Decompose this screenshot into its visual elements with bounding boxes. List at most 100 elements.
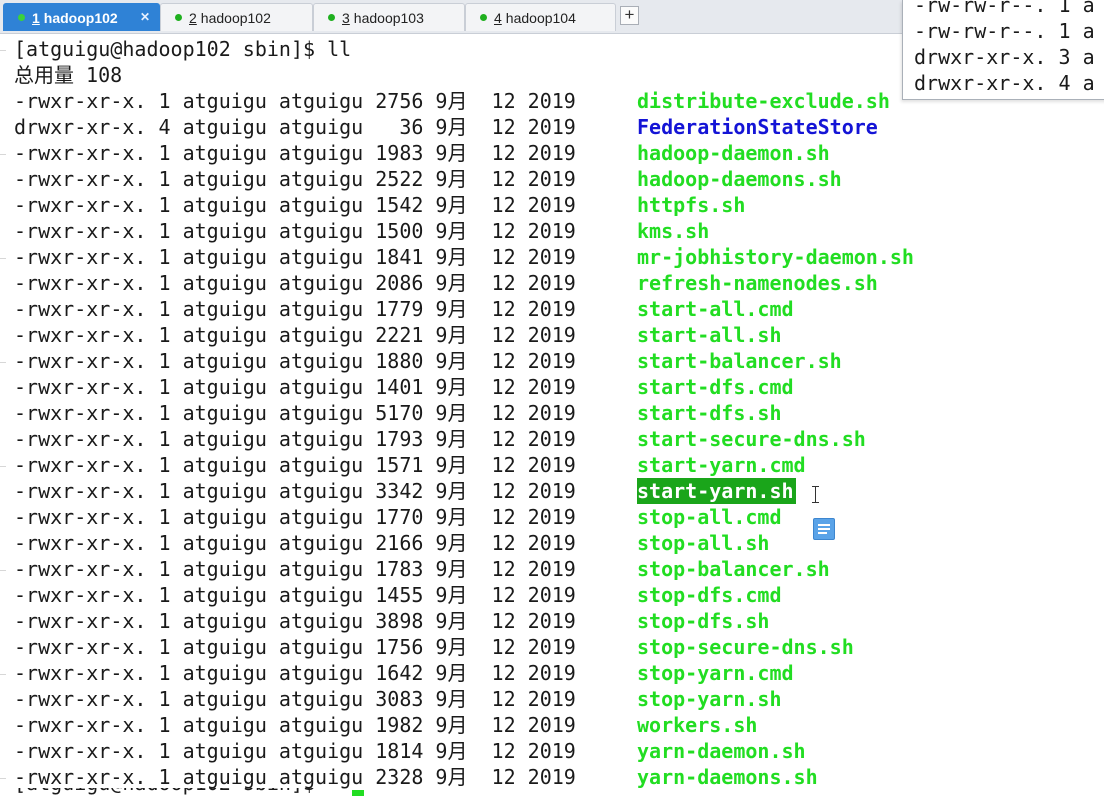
file-name[interactable]: stop-balancer.sh — [637, 556, 830, 582]
tab-label: hadoop102 — [200, 9, 271, 26]
file-name[interactable]: stop-dfs.sh — [637, 608, 769, 634]
file-row: drwxr-xr-x. 4 atguigu atguigu 36 9月 12 2… — [14, 114, 878, 140]
file-name[interactable]: refresh-namenodes.sh — [637, 270, 878, 296]
file-metadata: -rwxr-xr-x. 1 atguigu atguigu 1783 9月 12… — [14, 557, 576, 581]
file-metadata: -rwxr-xr-x. 1 atguigu atguigu 1880 9月 12… — [14, 349, 576, 373]
next-prompt-line: [atguigu@hadoop102 sbin]$ — [14, 788, 354, 796]
file-row: -rwxr-xr-x. 1 atguigu atguigu 1793 9月 12… — [14, 426, 866, 452]
file-name[interactable]: mr-jobhistory-daemon.sh — [637, 244, 914, 270]
file-name[interactable]: httpfs.sh — [637, 192, 745, 218]
file-row: -rwxr-xr-x. 1 atguigu atguigu 1783 9月 12… — [14, 556, 830, 582]
file-metadata: -rwxr-xr-x. 1 atguigu atguigu 1455 9月 12… — [14, 583, 576, 607]
file-row: -rwxr-xr-x. 1 atguigu atguigu 3898 9月 12… — [14, 608, 769, 634]
left-gutter-marks — [0, 34, 6, 796]
tab-label: hadoop103 — [353, 9, 424, 26]
file-row: -rwxr-xr-x. 1 atguigu atguigu 2756 9月 12… — [14, 88, 890, 114]
file-row: -rwxr-xr-x. 1 atguigu atguigu 3342 9月 12… — [14, 478, 796, 504]
file-name[interactable]: start-yarn.sh — [637, 478, 796, 504]
file-name[interactable]: stop-yarn.sh — [637, 686, 782, 712]
file-name[interactable]: distribute-exclude.sh — [637, 88, 890, 114]
file-row: -rwxr-xr-x. 1 atguigu atguigu 1756 9月 12… — [14, 634, 854, 660]
side-panel-line: drwxr-xr-x. 4 a — [914, 71, 1095, 95]
file-metadata: drwxr-xr-x. 4 atguigu atguigu 36 9月 12 2… — [14, 115, 576, 139]
file-metadata: -rwxr-xr-x. 1 atguigu atguigu 1500 9月 12… — [14, 219, 576, 243]
file-row: -rwxr-xr-x. 1 atguigu atguigu 1642 9月 12… — [14, 660, 794, 686]
file-name[interactable]: yarn-daemon.sh — [637, 738, 806, 764]
file-metadata: -rwxr-xr-x. 1 atguigu atguigu 1756 9月 12… — [14, 635, 576, 659]
file-row: -rwxr-xr-x. 1 atguigu atguigu 1982 9月 12… — [14, 712, 757, 738]
connected-status-icon — [18, 14, 25, 21]
file-name[interactable]: stop-yarn.cmd — [637, 660, 794, 686]
file-name[interactable]: start-all.sh — [637, 322, 782, 348]
file-row: -rwxr-xr-x. 1 atguigu atguigu 1455 9月 12… — [14, 582, 782, 608]
file-metadata: -rwxr-xr-x. 1 atguigu atguigu 1542 9月 12… — [14, 193, 576, 217]
tab-number: 1 — [32, 9, 40, 26]
file-name[interactable]: stop-secure-dns.sh — [637, 634, 854, 660]
file-metadata: -rwxr-xr-x. 1 atguigu atguigu 1814 9月 12… — [14, 739, 576, 763]
file-row: -rwxr-xr-x. 1 atguigu atguigu 1500 9月 12… — [14, 218, 709, 244]
tab-session-2[interactable]: 2 hadoop102 — [160, 3, 313, 31]
terminal-output[interactable]: [atguigu@hadoop102 sbin]$ ll 总用量 108 -rw… — [0, 34, 1104, 796]
background-terminal-window[interactable]: -rw-rw-r--. 1 a -rw-rw-r--. 1 a drwxr-xr… — [902, 0, 1104, 100]
file-metadata: -rwxr-xr-x. 1 atguigu atguigu 1571 9月 12… — [14, 453, 576, 477]
file-metadata: -rwxr-xr-x. 1 atguigu atguigu 2166 9月 12… — [14, 531, 576, 555]
file-metadata: -rwxr-xr-x. 1 atguigu atguigu 1642 9月 12… — [14, 661, 576, 685]
file-row: -rwxr-xr-x. 1 atguigu atguigu 5170 9月 12… — [14, 400, 782, 426]
next-prompt-text: [atguigu@hadoop102 sbin]$ — [14, 788, 315, 796]
file-name[interactable]: yarn-daemons.sh — [637, 764, 818, 790]
file-row: -rwxr-xr-x. 1 atguigu atguigu 1770 9月 12… — [14, 504, 782, 530]
file-name[interactable]: stop-dfs.cmd — [637, 582, 782, 608]
file-row: -rwxr-xr-x. 1 atguigu atguigu 2221 9月 12… — [14, 322, 782, 348]
tab-label: hadoop104 — [505, 9, 576, 26]
file-metadata: -rwxr-xr-x. 1 atguigu atguigu 1983 9月 12… — [14, 141, 576, 165]
file-metadata: -rwxr-xr-x. 1 atguigu atguigu 2756 9月 12… — [14, 89, 576, 113]
file-name[interactable]: start-dfs.cmd — [637, 374, 794, 400]
file-name[interactable]: workers.sh — [637, 712, 757, 738]
file-row: -rwxr-xr-x. 1 atguigu atguigu 1880 9月 12… — [14, 348, 842, 374]
file-metadata: -rwxr-xr-x. 1 atguigu atguigu 2221 9月 12… — [14, 323, 576, 347]
tab-number: 4 — [494, 9, 502, 26]
file-row: -rwxr-xr-x. 1 atguigu atguigu 1542 9月 12… — [14, 192, 745, 218]
file-row: -rwxr-xr-x. 1 atguigu atguigu 3083 9月 12… — [14, 686, 782, 712]
file-metadata: -rwxr-xr-x. 1 atguigu atguigu 3342 9月 12… — [14, 479, 576, 503]
note-icon[interactable] — [813, 518, 835, 540]
file-row: -rwxr-xr-x. 1 atguigu atguigu 2522 9月 12… — [14, 166, 842, 192]
file-metadata: -rwxr-xr-x. 1 atguigu atguigu 2328 9月 12… — [14, 765, 576, 789]
file-row: -rwxr-xr-x. 1 atguigu atguigu 1983 9月 12… — [14, 140, 830, 166]
side-panel-line: drwxr-xr-x. 3 a — [914, 45, 1095, 69]
side-panel-line: -rw-rw-r--. 1 a — [914, 0, 1095, 17]
file-name[interactable]: start-all.cmd — [637, 296, 794, 322]
ibeam-cursor-icon — [812, 486, 819, 503]
file-metadata: -rwxr-xr-x. 1 atguigu atguigu 1793 9月 12… — [14, 427, 576, 451]
terminal-cursor — [352, 790, 364, 796]
file-row: -rwxr-xr-x. 1 atguigu atguigu 1401 9月 12… — [14, 374, 794, 400]
command-line: [atguigu@hadoop102 sbin]$ ll — [14, 37, 352, 61]
file-name[interactable]: stop-all.cmd — [637, 504, 782, 530]
add-tab-button[interactable]: + — [620, 6, 639, 25]
file-name[interactable]: hadoop-daemon.sh — [637, 140, 830, 166]
tab-label: hadoop102 — [43, 9, 118, 26]
file-name[interactable]: start-balancer.sh — [637, 348, 842, 374]
connected-status-icon — [480, 14, 487, 21]
directory-name[interactable]: FederationStateStore — [637, 114, 878, 140]
file-name[interactable]: hadoop-daemons.sh — [637, 166, 842, 192]
file-name[interactable]: start-secure-dns.sh — [637, 426, 866, 452]
close-tab-icon[interactable]: ✕ — [137, 9, 153, 25]
file-name[interactable]: kms.sh — [637, 218, 709, 244]
file-metadata: -rwxr-xr-x. 1 atguigu atguigu 1401 9月 12… — [14, 375, 576, 399]
file-metadata: -rwxr-xr-x. 1 atguigu atguigu 1779 9月 12… — [14, 297, 576, 321]
connected-status-icon — [328, 14, 335, 21]
tab-session-3[interactable]: 3 hadoop103 — [313, 3, 465, 31]
tab-number: 3 — [342, 9, 350, 26]
file-metadata: -rwxr-xr-x. 1 atguigu atguigu 1982 9月 12… — [14, 713, 576, 737]
file-name[interactable]: start-yarn.cmd — [637, 452, 806, 478]
file-metadata: -rwxr-xr-x. 1 atguigu atguigu 1770 9月 12… — [14, 505, 576, 529]
file-row: -rwxr-xr-x. 1 atguigu atguigu 1814 9月 12… — [14, 738, 806, 764]
tab-session-4[interactable]: 4 hadoop104 — [465, 3, 616, 31]
tab-session-1[interactable]: 1 hadoop102 ✕ — [3, 3, 160, 31]
tab-number: 2 — [189, 9, 197, 26]
total-line: 总用量 108 — [14, 63, 123, 87]
file-name[interactable]: start-dfs.sh — [637, 400, 782, 426]
file-name[interactable]: stop-all.sh — [637, 530, 769, 556]
file-row: -rwxr-xr-x. 1 atguigu atguigu 1779 9月 12… — [14, 296, 794, 322]
